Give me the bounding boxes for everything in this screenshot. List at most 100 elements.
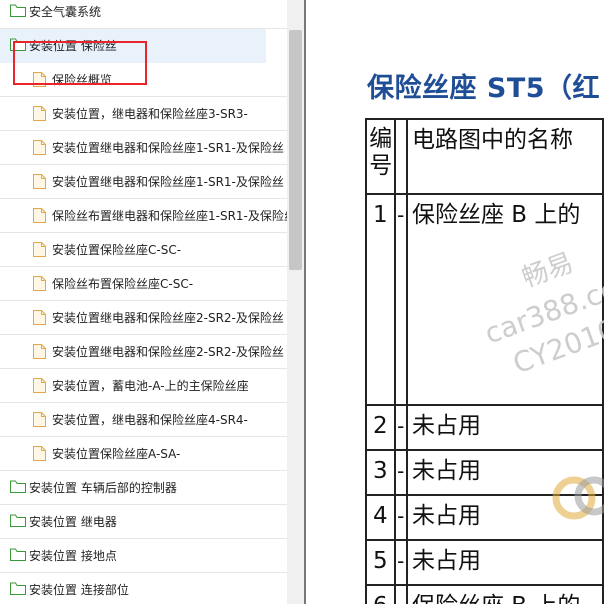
fuse-number: 5 (372, 548, 388, 574)
tree-item-label: 安装位置 车辆后部的控制器 (29, 481, 177, 495)
table-cell: 保险丝座 B 上的 (405, 193, 604, 406)
tree-item-label: 安装位置 连接部位 (29, 583, 129, 597)
tree-doc-item[interactable]: 保险丝概览 (0, 63, 287, 97)
tree-item-label: 安装位置继电器和保险丝座2-SR2-及保险丝 (52, 345, 284, 359)
fuse-name: 未占用 (411, 458, 481, 484)
table-row: 3- 未占用 (365, 449, 604, 496)
tree-item-label: 安装位置继电器和保险丝座1-SR1-及保险丝 (52, 175, 284, 189)
tree-folder-item[interactable]: 安装位置 车辆后部的控制器 (0, 471, 287, 505)
table-header-row: 编号 电路图中的名称 (365, 118, 604, 195)
header-cell-text (396, 120, 406, 126)
tree-item-label: 保险丝概览 (52, 73, 113, 87)
folder-icon (10, 514, 26, 530)
tree-doc-item[interactable]: 安装位置，继电器和保险丝座4-SR4- (0, 403, 287, 437)
fuse-number: 4 (372, 503, 388, 529)
tree-item-label: 安装位置 接地点 (29, 549, 117, 563)
fuse-mark: - (397, 414, 405, 438)
tree-scrollbar[interactable] (287, 0, 304, 604)
fuse-mark: - (397, 504, 405, 528)
fuse-name: 未占用 (411, 548, 481, 574)
fuse-mark: - (397, 549, 405, 573)
tree-item-label: 安装位置保险丝座C-SC- (52, 243, 182, 257)
document-icon (33, 344, 46, 362)
folder-icon (10, 548, 26, 564)
table-cell: 4 (365, 494, 396, 541)
fuse-mark: - (396, 586, 406, 604)
tree-item-label: 安装位置 保险丝 (29, 39, 117, 53)
table-header-cell: 编号 (365, 118, 396, 195)
table-cell: 保险丝座 B 上的 (405, 584, 604, 604)
table-cell: 3 (365, 449, 396, 496)
header-cell-text: 电路图中的名称 (411, 127, 573, 153)
table-cell: 未占用 (405, 494, 604, 541)
tree-doc-item[interactable]: 安装位置保险丝座A-SA- (0, 437, 287, 471)
folder-icon (10, 582, 26, 598)
table-cell: 未占用 (405, 404, 604, 451)
nav-tree: 安全气囊系统安装位置 保险丝保险丝概览安装位置，继电器和保险丝座3-SR3- 安装… (0, 0, 287, 604)
table-cell: 6 (365, 584, 396, 604)
table-cell: 未占用 (405, 539, 604, 586)
document-icon (33, 242, 46, 260)
table-header-cell (393, 118, 409, 195)
table-row: 2- 未占用 (365, 404, 604, 451)
table-cell: - (393, 494, 409, 541)
document-pane: 保险丝座 ST5（红 编号 电路图中的名称 1- 保险丝座 B 上的 2- 未占用 3- 未占… (306, 0, 604, 604)
table-cell: 1 (365, 193, 396, 406)
header-cell-text: 编号 (369, 126, 393, 179)
tree-doc-item[interactable]: 安装位置，继电器和保险丝座3-SR3- (0, 97, 287, 131)
tree-item-label: 安装位置，继电器和保险丝座3-SR3- (52, 107, 248, 121)
document-icon (33, 276, 46, 294)
tree-doc-item[interactable]: 保险丝布置继电器和保险丝座1-SR1-及保险丝 (0, 199, 287, 233)
fuse-number: 1 (372, 202, 388, 228)
tree-doc-item[interactable]: 安装位置继电器和保险丝座2-SR2-及保险丝 (0, 301, 287, 335)
document-icon (33, 106, 46, 124)
tree-doc-item[interactable]: 保险丝布置保险丝座C-SC- (0, 267, 287, 301)
document-icon (33, 310, 46, 328)
fuse-table-body: 编号 电路图中的名称 1- 保险丝座 B 上的 2- 未占用 3- 未占用 4- 未占用 5- 未占用… (365, 118, 604, 604)
tree-item-label: 安全气囊系统 (29, 5, 102, 19)
tree-item-label: 安装位置继电器和保险丝座1-SR1-及保险丝 (52, 141, 284, 155)
tree-folder-item[interactable]: 安装位置 连接部位 (0, 573, 287, 604)
fuse-name: 保险丝座 B 上的 (411, 202, 581, 228)
document-icon (33, 378, 46, 396)
tree-folder-item[interactable]: 安装位置 接地点 (0, 539, 287, 573)
table-cell: - (393, 539, 409, 586)
table-cell: - (393, 404, 409, 451)
table-cell: - (393, 449, 409, 496)
tree-doc-item[interactable]: 安装位置保险丝座C-SC- (0, 233, 287, 267)
tree-doc-item[interactable]: 安装位置继电器和保险丝座1-SR1-及保险丝 (0, 165, 287, 199)
document-title: 保险丝座 ST5（红 (367, 73, 601, 104)
fuse-mark: - (397, 459, 405, 483)
document-icon (33, 174, 46, 192)
tree-doc-item[interactable]: 安装位置，蓄电池-A-上的主保险丝座 (0, 369, 287, 403)
tree-list: 安全气囊系统安装位置 保险丝保险丝概览安装位置，继电器和保险丝座3-SR3- 安装… (0, 0, 287, 604)
fuse-number: 3 (372, 458, 388, 484)
table-row: 6-保险丝座 B 上的 (365, 584, 604, 604)
fuse-number: 6 (367, 586, 394, 604)
folder-icon (10, 38, 26, 54)
tree-scrollbar-thumb[interactable] (289, 30, 302, 270)
fuse-table: 编号 电路图中的名称 1- 保险丝座 B 上的 2- 未占用 3- 未占用 4- 未占用 5- 未占用… (365, 118, 604, 604)
table-cell: 2 (365, 404, 396, 451)
tree-doc-item[interactable]: 安装位置继电器和保险丝座2-SR2-及保险丝 (0, 335, 287, 369)
table-row: 1- 保险丝座 B 上的 (365, 193, 604, 406)
document-icon (33, 412, 46, 430)
table-row: 4- 未占用 (365, 494, 604, 541)
table-cell: 未占用 (405, 449, 604, 496)
tree-folder-item[interactable]: 安装位置 保险丝 (0, 29, 266, 63)
tree-folder-item[interactable]: 安装位置 继电器 (0, 505, 287, 539)
folder-icon (10, 480, 26, 496)
fuse-mark: - (397, 203, 405, 227)
table-header-cell: 电路图中的名称 (405, 118, 604, 195)
folder-icon (10, 4, 26, 20)
document-icon (33, 72, 46, 90)
tree-doc-item[interactable]: 安装位置继电器和保险丝座1-SR1-及保险丝 (0, 131, 287, 165)
table-row: 5- 未占用 (365, 539, 604, 586)
fuse-name: 保险丝座 B 上的 (408, 586, 602, 604)
table-cell: 5 (365, 539, 396, 586)
tree-item-label: 安装位置继电器和保险丝座2-SR2-及保险丝 (52, 311, 284, 325)
document-icon (33, 208, 46, 226)
tree-folder-item[interactable]: 安全气囊系统 (0, 0, 287, 29)
tree-item-label: 安装位置，继电器和保险丝座4-SR4- (52, 413, 248, 427)
document-icon (33, 446, 46, 464)
